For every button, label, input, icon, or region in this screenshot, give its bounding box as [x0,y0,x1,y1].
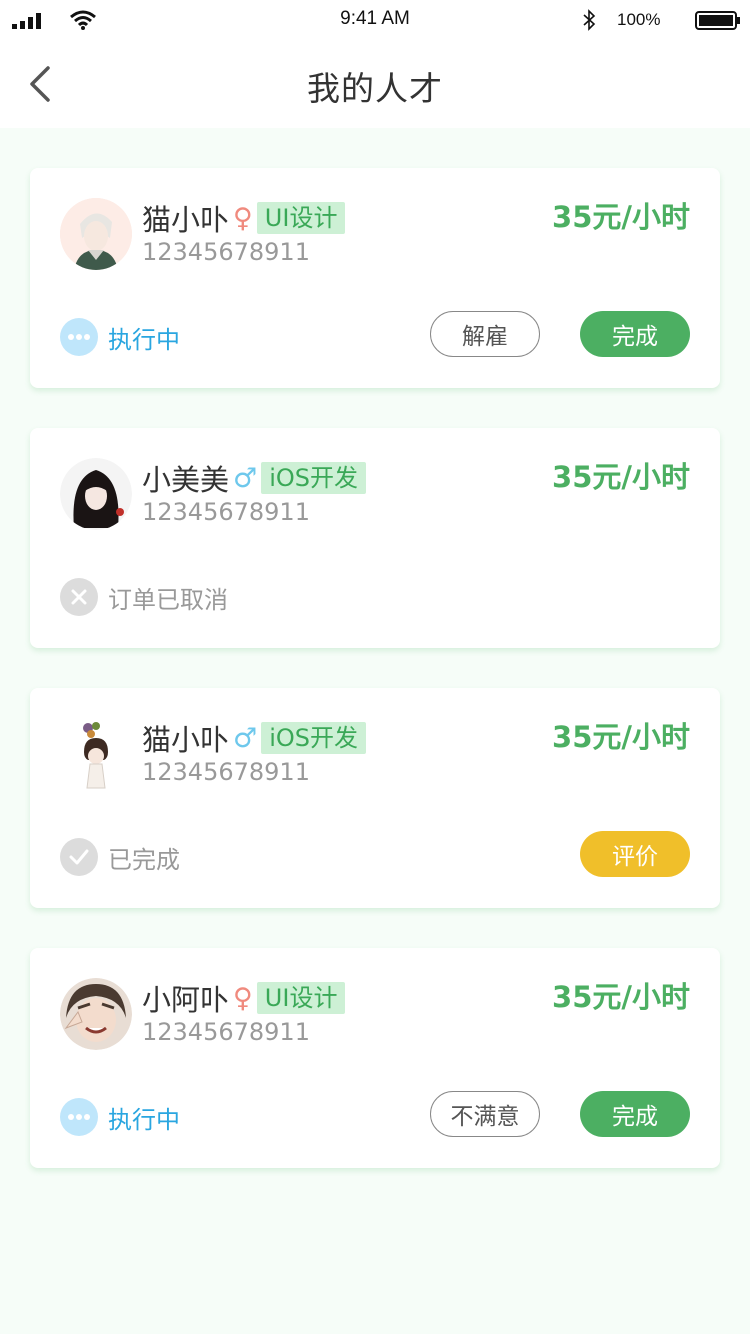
status-label: 执行中 [108,325,180,354]
hourly-rate: 35元/小时 [552,200,690,234]
avatar [60,198,132,270]
talent-name: 猫小卟 [142,723,230,757]
female-icon: ♀ [233,982,253,1014]
avatar [60,458,132,530]
hourly-rate: 35元/小时 [552,980,690,1014]
talent-name: 小阿卟 [142,983,230,1017]
hourly-rate: 35元/小时 [552,460,690,494]
close-icon [60,578,98,616]
rate-button[interactable]: 评价 [580,831,690,877]
hourly-rate: 35元/小时 [552,720,690,754]
talent-card[interactable]: 猫小卟 ♀ UI设计 12345678911 35元/小时 执行中 解雇 完成 [30,168,720,388]
talent-name: 小美美 [142,463,230,497]
page-title: 我的人才 [307,69,443,108]
skill-tag: iOS开发 [261,722,367,754]
talent-card[interactable]: 小美美 ♂ iOS开发 12345678911 35元/小时 订单已取消 [30,428,720,648]
more-dots-icon [60,1098,98,1136]
status-label: 执行中 [108,1105,180,1134]
status-label: 已完成 [108,845,180,874]
skill-tag: UI设计 [256,982,346,1014]
skill-tag: UI设计 [256,202,346,234]
female-icon: ♀ [233,202,253,234]
more-dots-icon [60,318,98,356]
complete-button[interactable]: 完成 [580,311,690,357]
avatar [60,978,132,1050]
phone-number: 12345678911 [142,238,310,266]
battery-icon [695,11,740,30]
status-label: 订单已取消 [108,585,228,614]
dissatisfied-button[interactable]: 不满意 [430,1091,540,1137]
male-icon: ♂ [233,462,258,494]
name-row: 小阿卟 ♀ UI设计 [142,978,346,1018]
name-row: 猫小卟 ♂ iOS开发 [142,718,367,758]
status-bar: 9:41 AM 100% [0,0,750,40]
male-icon: ♂ [233,722,258,754]
avatar [60,718,132,790]
status-indicator: 执行中 [60,1098,180,1136]
name-row: 小美美 ♂ iOS开发 [142,458,367,498]
talent-name: 猫小卟 [142,203,230,237]
bluetooth-icon [583,9,596,31]
status-indicator: 订单已取消 [60,578,228,616]
phone-number: 12345678911 [142,1018,310,1046]
talent-card[interactable]: 小阿卟 ♀ UI设计 12345678911 35元/小时 执行中 不满意 完成 [30,948,720,1168]
phone-number: 12345678911 [142,758,310,786]
status-indicator: 执行中 [60,318,180,356]
battery-percent: 100% [617,10,661,29]
dismiss-button[interactable]: 解雇 [430,311,540,357]
skill-tag: iOS开发 [261,462,367,494]
talent-card[interactable]: 猫小卟 ♂ iOS开发 12345678911 35元/小时 已完成 评价 [30,688,720,908]
complete-button[interactable]: 完成 [580,1091,690,1137]
check-icon [60,838,98,876]
status-indicator: 已完成 [60,838,180,876]
phone-number: 12345678911 [142,498,310,526]
nav-bar: 我的人才 [0,40,750,128]
name-row: 猫小卟 ♀ UI设计 [142,198,346,238]
